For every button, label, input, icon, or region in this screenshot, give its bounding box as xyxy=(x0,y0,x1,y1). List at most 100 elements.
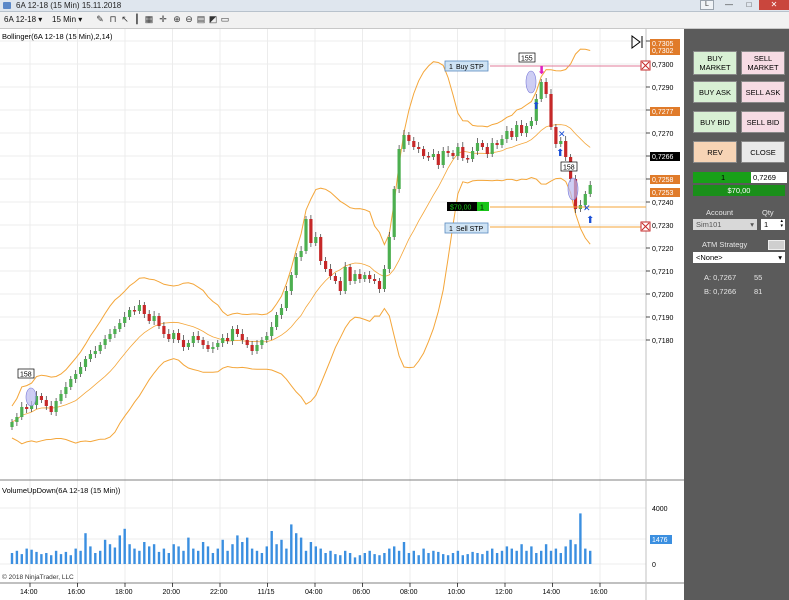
volume-bar xyxy=(172,544,175,564)
grid-icon[interactable]: ▦ xyxy=(144,14,154,24)
close-position-button[interactable]: CLOSE xyxy=(741,141,785,163)
candle-body xyxy=(524,126,529,133)
volume-bar xyxy=(476,553,479,564)
buy-arrow-icon: ⬆ xyxy=(556,148,564,159)
volume-bar xyxy=(74,548,77,564)
volume-bar xyxy=(187,537,190,564)
candle-body xyxy=(368,275,372,279)
crosshair-icon[interactable]: ✛ xyxy=(158,14,168,24)
signal-ellipse xyxy=(525,70,537,94)
position-qty-display: 1 xyxy=(721,173,726,182)
atm-settings-icon[interactable] xyxy=(768,240,785,250)
candle-body xyxy=(417,147,421,149)
position-qty: 1 xyxy=(480,205,484,212)
candle-body xyxy=(54,401,58,412)
time-tick-label: 16:00 xyxy=(590,589,608,596)
price-marker-label: 0,7258 xyxy=(652,177,674,184)
volume-bar xyxy=(461,555,464,564)
period-selector[interactable]: 15 Min ▾ xyxy=(52,14,82,25)
candle-body xyxy=(69,379,73,387)
ask-price: A: 0,7267 xyxy=(704,273,737,282)
volume-bar xyxy=(236,535,239,564)
copyright-text: © 2018 NinjaTrader, LLC xyxy=(2,573,74,581)
volume-bar xyxy=(103,539,107,564)
candle-body xyxy=(407,135,411,141)
chart-area[interactable]: 0,73100,73000,72900,72800,72700,72600,72… xyxy=(0,29,684,600)
atm-strategy-selector[interactable]: <None> ▾ xyxy=(693,252,785,263)
maximize-button[interactable]: □ xyxy=(738,0,760,10)
candle-body xyxy=(387,237,391,269)
sell-stop-order[interactable]: 1 Sell STP xyxy=(444,222,489,234)
volume-bar xyxy=(456,550,460,564)
volume-bar xyxy=(358,555,362,564)
reverse-button[interactable]: REV xyxy=(693,141,737,163)
volume-bar xyxy=(481,554,484,564)
sell-market-button[interactable]: SELL MARKET xyxy=(741,51,785,75)
cross-marker-icon: ✕ xyxy=(558,129,566,139)
pointer-icon[interactable]: ↖ xyxy=(120,14,130,24)
pencil-icon[interactable]: ✎ xyxy=(95,14,105,24)
price-tick-label: 0,7300 xyxy=(652,62,674,69)
link-button[interactable]: L xyxy=(700,0,714,10)
volume-bar xyxy=(437,551,440,564)
candle-body xyxy=(279,308,284,315)
candle-body xyxy=(397,149,401,189)
candle-body xyxy=(358,274,362,279)
volume-bar xyxy=(407,553,411,564)
volume-bar xyxy=(422,548,425,564)
time-tick-label: 20:00 xyxy=(163,589,181,596)
candle-body xyxy=(255,345,259,351)
candle-body xyxy=(490,143,494,154)
candle-body xyxy=(39,396,43,400)
zoom-out-icon[interactable]: ⊖ xyxy=(184,14,194,24)
volume-tick-label: 0 xyxy=(652,562,656,569)
time-tick-label: 11/15 xyxy=(258,589,275,596)
close-window-button[interactable]: ✕ xyxy=(759,0,789,10)
candle-body xyxy=(382,269,386,289)
volume-bar xyxy=(353,557,357,564)
volume-bar xyxy=(255,550,259,564)
qty-stepper[interactable]: 1 ▴ ▾ xyxy=(761,219,785,230)
zoom-in-icon[interactable]: ⊕ xyxy=(172,14,182,24)
candle-body xyxy=(412,141,416,147)
position-marker[interactable]: $70,00 1 xyxy=(447,202,489,212)
candle-body xyxy=(475,143,480,151)
candle-body xyxy=(373,279,377,281)
time-tick-label: 16:00 xyxy=(68,589,86,596)
price-tick-label: 0,7240 xyxy=(652,200,674,207)
cancel-sell-stop-icon[interactable] xyxy=(640,221,651,232)
volume-bar xyxy=(162,548,166,564)
candle-body xyxy=(564,141,568,157)
minimize-button[interactable]: — xyxy=(718,0,740,10)
buy-stop-order[interactable]: 1 Buy STP xyxy=(444,60,489,72)
candle-body xyxy=(216,343,220,347)
candle-body xyxy=(108,334,112,339)
buy-bid-button[interactable]: BUY BID xyxy=(693,111,737,133)
candle-body xyxy=(113,329,117,334)
candle-body xyxy=(196,336,200,340)
volume-bar xyxy=(540,550,543,564)
properties-icon[interactable]: ▭ xyxy=(220,14,230,24)
cancel-buy-stop-icon[interactable] xyxy=(640,60,651,71)
position-price-display: 0,7269 xyxy=(751,172,787,183)
candle-body xyxy=(451,153,455,156)
volume-bar xyxy=(152,544,156,564)
candle-body xyxy=(466,158,470,160)
volume-bar xyxy=(182,550,185,564)
instrument-selector[interactable]: 6A 12-18 ▾ xyxy=(4,14,42,25)
candle-body xyxy=(172,333,176,339)
sell-ask-button[interactable]: SELL ASK xyxy=(741,81,785,103)
account-selector[interactable]: Sim101 ▾ xyxy=(693,219,757,230)
volume-bar xyxy=(143,542,146,564)
sell-bid-button[interactable]: SELL BID xyxy=(741,111,785,133)
scale-icon[interactable]: ▤ xyxy=(196,14,206,24)
chart-style-icon[interactable]: ┃ xyxy=(132,14,142,24)
magnet-icon[interactable]: ⊓ xyxy=(108,14,118,24)
bollinger-label: Bollinger(6A 12-18 (15 Min),2,14) xyxy=(2,32,113,41)
drawing-icon[interactable]: ◩ xyxy=(208,14,218,24)
candle-body xyxy=(338,281,342,291)
chart-toolbar: 6A 12-18 ▾ 15 Min ▾ ✎ ⊓ ↖ ┃ ▦ ✛ ⊕ ⊖ ▤ ◩ … xyxy=(0,12,789,29)
price-marker-label: 0,7253 xyxy=(652,190,674,197)
buy-market-button[interactable]: BUY MARKET xyxy=(693,51,737,75)
buy-ask-button[interactable]: BUY ASK xyxy=(693,81,737,103)
